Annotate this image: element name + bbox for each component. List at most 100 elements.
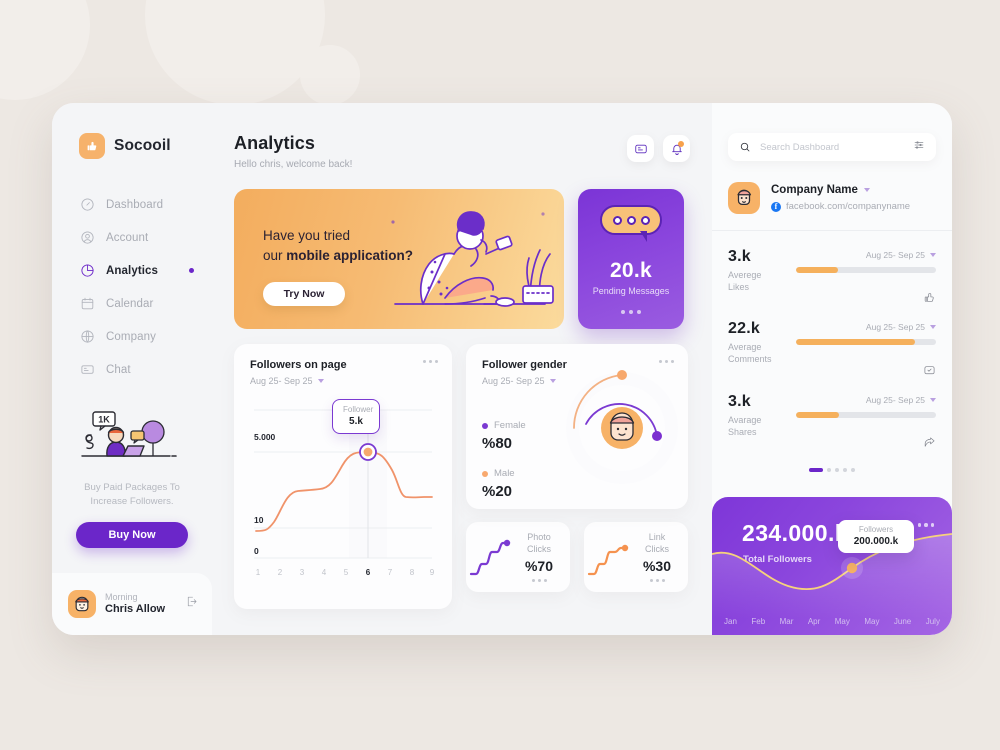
card-menu-button[interactable] [632,579,682,583]
search-input[interactable] [760,141,904,153]
message-icon [634,144,647,153]
pager-dot[interactable] [843,467,847,472]
date-range-label: Aug 25- Sep 25 [250,376,313,386]
sidebar-item-calendar[interactable]: Calendar [52,288,212,319]
app-logo-text: Socooil [114,137,171,154]
chevron-down-icon [930,325,936,330]
header-actions [627,133,690,162]
total-followers-area-chart [712,533,952,619]
date-range-selector[interactable]: Aug 25- Sep 25 [796,395,936,405]
mini-card-label: Link Clicks [645,531,669,554]
month-label: Feb [751,617,766,626]
user-circle-icon [80,230,95,245]
svg-text:2: 2 [278,568,283,577]
legend-dot [482,422,488,429]
top-cards-row: Have you tried our mobile application? T… [234,189,690,329]
link-clicks-value: %30 [642,558,672,575]
progress-bar [796,267,936,273]
sidebar-item-company[interactable]: Company [52,321,212,352]
date-range-label: Aug 25- Sep 25 [482,376,545,386]
sidebar-item-account[interactable]: Account [52,222,212,253]
pending-messages-card: 20.k Pending Messages [578,189,684,329]
sidebar-item-label: Calendar [106,297,154,310]
page-header: Analytics Hello chris, welcome back! [234,133,690,170]
try-now-button[interactable]: Try Now [263,282,345,306]
date-range-label: Aug 25- Sep 25 [865,394,925,405]
stat-value: 3.k [728,392,751,410]
svg-text:1: 1 [256,568,261,577]
card-menu-button[interactable] [514,579,564,583]
legend-label: Female [494,420,526,431]
pager-dot-active[interactable] [809,467,823,472]
chevron-down-icon [930,397,936,402]
banner-illustration [385,198,560,323]
company-name: Company Name [771,184,858,196]
male-percentage: %20 [482,483,513,500]
share-outline-icon [923,436,936,454]
dashboard-window: Socooil Dashboard Account Analytics Cale… [52,103,952,635]
card-menu-button[interactable] [423,360,438,363]
company-profile[interactable]: Company Name f facebook.com/companyname [728,182,936,214]
pager-dot[interactable] [827,467,831,472]
app-logo[interactable]: Socooil [52,103,212,159]
gender-legend: Female %80 Male %20 [482,420,526,516]
month-label: July [925,617,940,626]
gender-orbit-chart [566,370,678,484]
notification-badge [678,141,684,147]
buy-now-button[interactable]: Buy Now [76,521,188,548]
date-range-selector[interactable]: Aug 25- Sep 25 [796,250,936,260]
thumbs-up-icon [79,133,105,159]
stat-value: 22.k [728,320,760,338]
chevron-down-icon[interactable] [863,188,870,192]
date-range-selector[interactable]: Aug 25- Sep 25 [796,322,936,332]
photo-clicks-card: Photo Clicks %70 [466,522,570,592]
followers-on-page-card: Followers on page Aug 25- Sep 25 5.000 1… [234,344,452,609]
progress-bar [796,411,936,418]
pie-chart-icon [80,263,95,278]
search-icon [740,142,750,152]
pending-messages-label: Pending Messages [592,286,670,296]
photo-clicks-value: %70 [524,558,554,575]
messages-button[interactable] [627,135,654,162]
filter-icon[interactable] [913,138,925,156]
pending-messages-value: 20.k [609,259,653,282]
thumbs-up-outline-icon [923,291,936,309]
sidebar-item-label: Account [106,231,149,244]
stat-label: Avarage Shares [728,414,762,437]
month-label: June [893,617,912,626]
legend-label: Male [494,468,515,479]
follower-gender-card: Follower gender Aug 25- Sep 25 Female %8… [466,344,688,509]
pager-dot[interactable] [835,467,839,472]
charts-row: Followers on page Aug 25- Sep 25 5.000 1… [234,344,690,609]
notifications-button[interactable] [663,135,690,162]
logout-icon[interactable] [185,595,198,613]
stat-label: Average Comments [728,342,772,365]
calendar-icon [80,296,95,311]
total-followers-card: 234.000.k Total Followers Followers 200.… [712,497,952,635]
user-profile-card[interactable]: Morning Chris Allow [52,573,212,635]
stat-average-shares: 3.k Avarage Shares Aug 25- Sep 25 [728,392,936,447]
photo-clicks-sparkline [466,522,514,592]
sidebar-item-label: Dashboard [106,198,164,211]
chat-icon [80,362,95,377]
card-menu-dots[interactable] [621,310,641,314]
sidebar-item-analytics[interactable]: Analytics [52,255,212,286]
sidebar-item-chat[interactable]: Chat [52,354,212,385]
pager-dot[interactable] [851,467,855,472]
carousel-pagination[interactable] [728,467,936,472]
chevron-down-icon [317,379,324,383]
avatar [68,590,96,618]
card-title: Followers on page [250,359,347,371]
globe-icon [80,329,95,344]
search-bar[interactable] [728,133,936,161]
stat-average-comments: 22.k Average Comments Aug 25- Sep 25 [728,320,936,374]
female-percentage: %80 [482,435,513,452]
link-clicks-card: Link Clicks %30 [584,522,688,592]
sidebar-item-dashboard[interactable]: Dashboard [52,189,212,220]
active-indicator-dot [189,268,194,273]
mini-card-label: Photo Clicks [527,531,551,554]
company-avatar [728,182,760,214]
card-menu-button[interactable] [659,360,674,363]
month-label: Apr [807,617,821,626]
date-range-selector[interactable]: Aug 25- Sep 25 [250,376,438,386]
